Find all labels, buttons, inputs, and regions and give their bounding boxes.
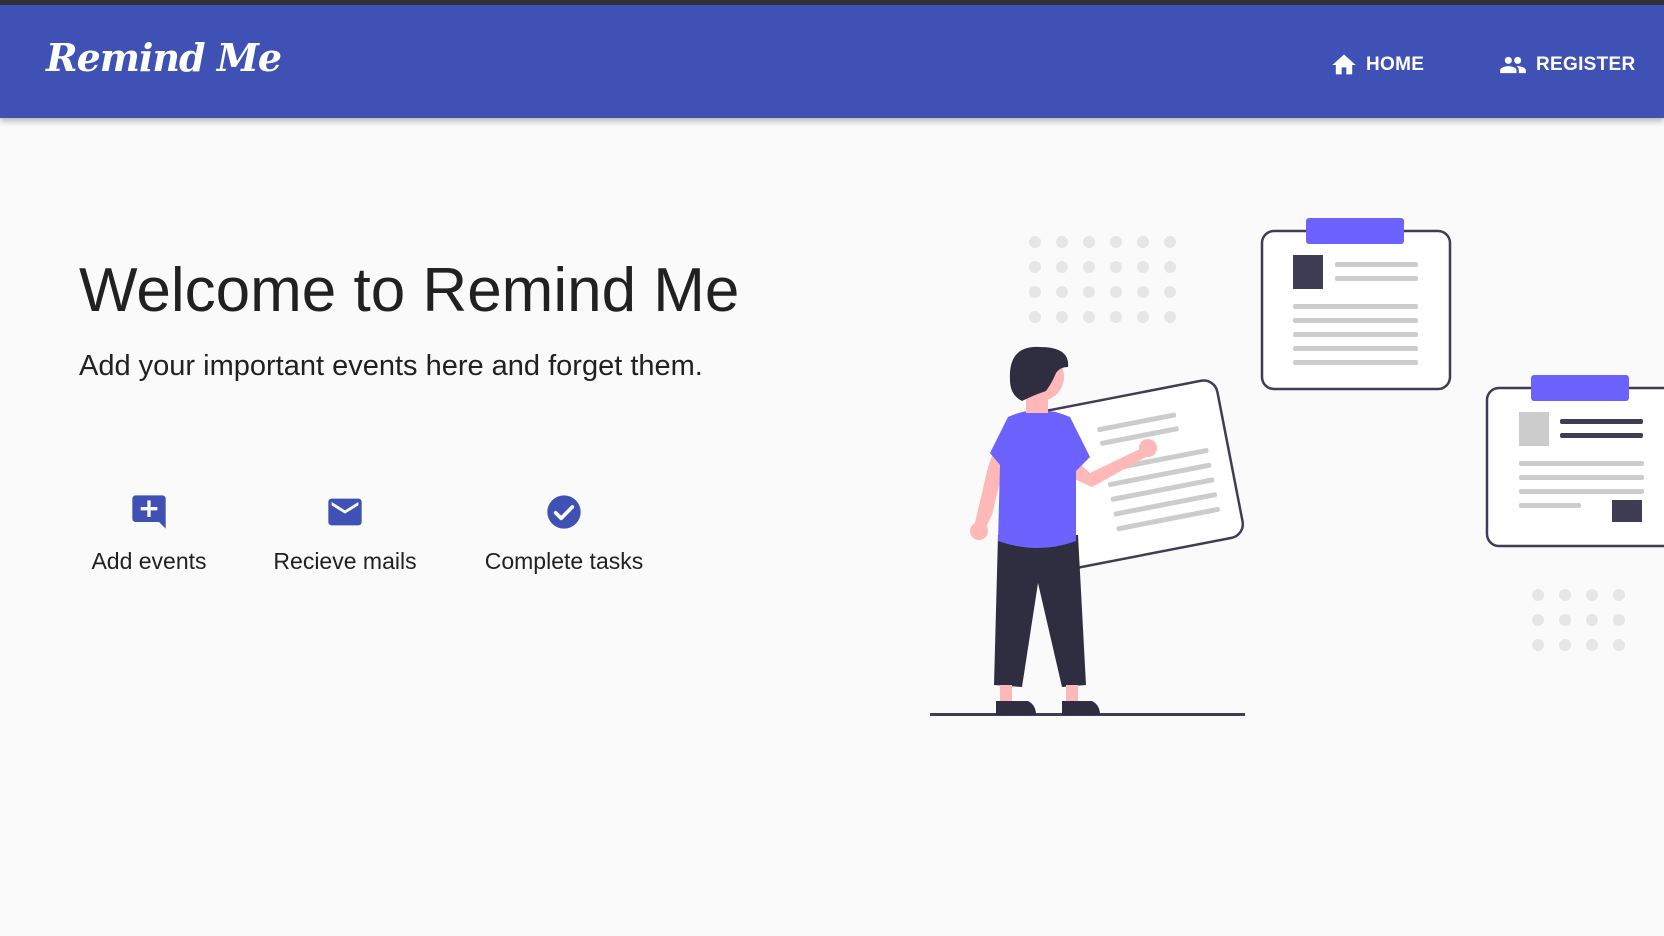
nav-home-label: HOME	[1366, 54, 1425, 75]
page-subtitle: Add your important events here and forge…	[79, 350, 703, 382]
feature-complete-tasks-label: Complete tasks	[484, 548, 644, 574]
home-icon	[1330, 51, 1358, 79]
feature-recieve-mails-label: Recieve mails	[273, 548, 417, 574]
logo[interactable]: Remind Me	[46, 35, 282, 80]
page-title: Welcome to Remind Me	[79, 256, 740, 325]
nav-register-label: REGISTER	[1536, 54, 1636, 75]
nav-home-button[interactable]: HOME	[1330, 45, 1424, 85]
dot-grid-bottom	[1532, 589, 1625, 651]
mail-icon	[325, 488, 365, 532]
app-bar: Remind Me HOME REGISTER	[0, 5, 1664, 118]
feature-complete-tasks: Complete tasks	[479, 488, 649, 575]
dot-grid-top	[1029, 236, 1176, 323]
check-circle-icon	[544, 488, 584, 532]
document-card-2	[1485, 375, 1664, 548]
feature-add-events: Add events	[89, 488, 209, 575]
add-comment-icon	[129, 488, 169, 532]
feature-recieve-mails: Recieve mails	[270, 488, 420, 575]
nav-register-button[interactable]: REGISTER	[1498, 45, 1636, 85]
feature-add-events-label: Add events	[91, 548, 207, 574]
document-card-1	[1260, 218, 1452, 391]
people-icon	[1498, 51, 1528, 79]
person-with-documents-illustration	[930, 218, 1664, 716]
